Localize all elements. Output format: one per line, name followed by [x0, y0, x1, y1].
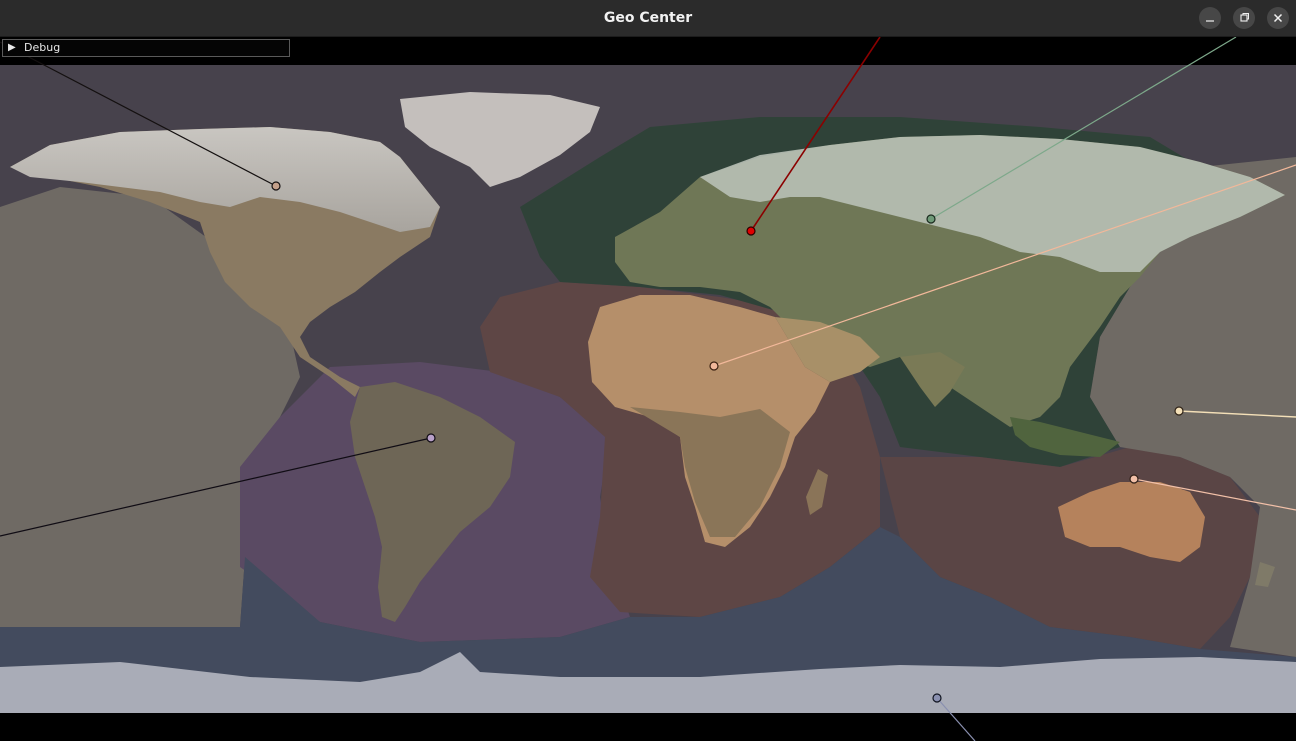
maximize-button[interactable] [1233, 7, 1255, 29]
title-bar[interactable]: Geo Center [0, 0, 1296, 37]
app-window: Geo Center ▶ Debug [0, 0, 1296, 741]
center-marker-europe[interactable] [746, 226, 756, 236]
center-marker-south-america[interactable] [426, 433, 436, 443]
center-marker-asia[interactable] [926, 214, 936, 224]
center-marker-australia[interactable] [1129, 474, 1139, 484]
debug-panel-label[interactable]: Debug [24, 41, 60, 55]
debug-panel-header[interactable]: ▶ Debug [2, 39, 290, 57]
window-title: Geo Center [603, 10, 693, 26]
maximize-icon [1240, 13, 1249, 22]
map-viewport[interactable]: ▶ Debug [0, 37, 1296, 741]
close-icon [1273, 13, 1283, 23]
center-marker-north-america[interactable] [271, 181, 281, 191]
center-marker-africa[interactable] [709, 361, 719, 371]
triangle-right-icon[interactable]: ▶ [8, 42, 16, 54]
minimize-icon [1206, 20, 1214, 22]
center-marker-oceania[interactable] [1174, 406, 1184, 416]
world-map[interactable] [0, 37, 1296, 741]
minimize-button[interactable] [1199, 7, 1221, 29]
close-button[interactable] [1267, 7, 1289, 29]
center-marker-antarctica[interactable] [932, 693, 942, 703]
